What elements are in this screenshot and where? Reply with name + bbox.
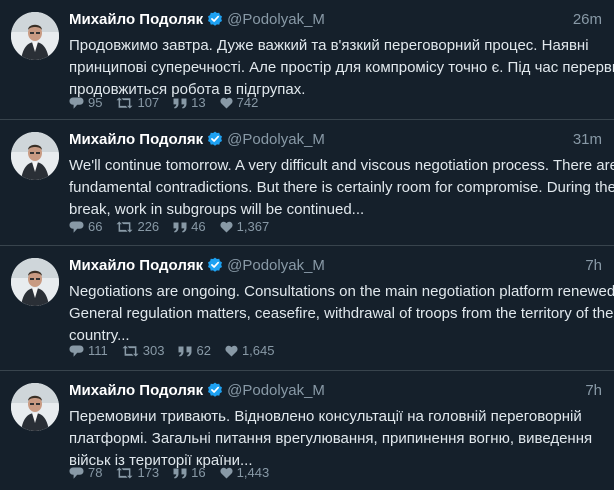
tweet-timestamp[interactable]: 7h [585,381,602,401]
avatar-photo [11,258,59,306]
quote-icon [173,222,187,232]
author-handle[interactable]: @Podolyak_M [227,11,325,28]
verified-badge-icon [208,257,223,272]
quote-button[interactable]: 62 [178,343,211,359]
retweet-icon [122,345,139,357]
avatar[interactable] [11,383,59,431]
quote-count: 46 [191,219,206,234]
author-handle[interactable]: @Podolyak_M [227,382,325,399]
author-name[interactable]: Михайло Подоляк [69,131,203,148]
reply-icon [69,467,84,479]
retweet-button[interactable]: 173 [116,465,159,481]
heart-icon [220,97,233,109]
tweet-header: Михайло Подоляк @Podolyak_M 7h [69,256,602,276]
tweet-timestamp[interactable]: 26m [573,10,602,30]
tweet-header: Михайло Подоляк @Podolyak_M 26m [69,10,602,30]
heart-icon [225,345,238,357]
quote-count: 62 [196,343,211,358]
retweet-icon [116,221,133,233]
reply-button[interactable]: 78 [69,465,102,481]
reply-button[interactable]: 95 [69,95,102,111]
avatar[interactable] [11,132,59,180]
tweet-text-line: break, work in subgroups will be continu… [69,201,365,218]
tweet-text-line: General regulation matters, ceasefire, w… [69,305,614,322]
tweet[interactable]: Михайло Подоляк @Podolyak_M 26m Продовжим… [0,0,614,120]
reply-icon [69,221,84,233]
tweet-actions: 66 226 46 1,367 [69,219,283,235]
retweet-count: 173 [137,465,160,480]
tweet-text-line: платформі. Загальні питання врегулювання… [69,430,593,447]
retweet-count: 226 [137,219,160,234]
heart-icon [220,467,233,479]
verified-badge-icon [208,11,223,26]
retweet-count: 303 [142,343,165,358]
like-button[interactable]: 1,367 [220,219,270,235]
author-name[interactable]: Михайло Подоляк [69,382,203,399]
retweet-button[interactable]: 303 [122,343,165,359]
avatar-photo [11,132,59,180]
like-count: 742 [236,95,259,110]
tweet-text-line: Negotiations are ongoing. Consultations … [69,283,614,300]
quote-icon [178,346,192,356]
quote-button[interactable]: 16 [173,465,206,481]
tweet-actions: 78 173 16 1,443 [69,465,283,481]
reply-count: 66 [88,219,103,234]
tweet-text: Перемовини тривають. Відновлено консульт… [69,406,599,472]
tweet-text-line: fundamental contradictions. But there is… [69,179,614,196]
quote-icon [173,468,187,478]
retweet-count: 107 [137,95,160,110]
tweet[interactable]: Михайло Подоляк @Podolyak_M 7h Перемовини… [0,371,614,490]
tweet-text-line: Продовжимо завтра. Дуже важкий та в'язки… [69,37,589,54]
tweet-text: We'll continue tomorrow. A very difficul… [69,155,614,221]
quote-count: 16 [191,465,206,480]
quote-icon [173,98,187,108]
tweet-text-line: We'll continue tomorrow. A very difficul… [69,157,614,174]
reply-count: 95 [88,95,103,110]
verified-badge-icon [208,131,223,146]
retweet-button[interactable]: 107 [116,95,159,111]
like-button[interactable]: 1,443 [220,465,270,481]
tweet-text-line: Перемовини тривають. Відновлено консульт… [69,408,582,425]
author-name[interactable]: Михайло Подоляк [69,257,203,274]
tweet-text-line: принципові суперечності. Але простір для… [69,59,614,76]
tweet-header: Михайло Подоляк @Podolyak_M 31m [69,130,602,150]
like-button[interactable]: 1,645 [225,343,275,359]
tweet-actions: 95 107 13 742 [69,95,272,111]
author-handle[interactable]: @Podolyak_M [227,257,325,274]
tweet-actions: 111 303 62 1,645 [69,343,288,359]
reply-icon [69,97,84,109]
tweet-timestamp[interactable]: 7h [585,256,602,276]
tweet[interactable]: Михайло Подоляк @Podolyak_M 7h Negotiatio… [0,246,614,371]
tweet-timestamp[interactable]: 31m [573,130,602,150]
quote-button[interactable]: 13 [173,95,206,111]
heart-icon [220,221,233,233]
retweet-icon [116,467,133,479]
tweet-feed: Михайло Подоляк @Podolyak_M 26m Продовжим… [0,0,614,490]
quote-count: 13 [191,95,206,110]
tweet[interactable]: Михайло Подоляк @Podolyak_M 31m We'll con… [0,120,614,246]
verified-badge-icon [208,382,223,397]
reply-icon [69,345,84,357]
retweet-button[interactable]: 226 [116,219,159,235]
tweet-text: Продовжимо завтра. Дуже важкий та в'язки… [69,35,614,101]
like-button[interactable]: 742 [220,95,259,111]
avatar[interactable] [11,258,59,306]
avatar-photo [11,383,59,431]
reply-count: 78 [88,465,103,480]
like-count: 1,443 [236,465,270,480]
tweet-text: Negotiations are ongoing. Consultations … [69,281,614,347]
avatar[interactable] [11,12,59,60]
reply-count: 111 [88,343,108,358]
quote-button[interactable]: 46 [173,219,206,235]
like-count: 1,367 [236,219,270,234]
tweet-header: Михайло Подоляк @Podolyak_M 7h [69,381,602,401]
retweet-icon [116,97,133,109]
reply-button[interactable]: 66 [69,219,102,235]
like-count: 1,645 [241,343,275,358]
reply-button[interactable]: 111 [69,343,108,359]
author-name[interactable]: Михайло Подоляк [69,11,203,28]
avatar-photo [11,12,59,60]
author-handle[interactable]: @Podolyak_M [227,131,325,148]
